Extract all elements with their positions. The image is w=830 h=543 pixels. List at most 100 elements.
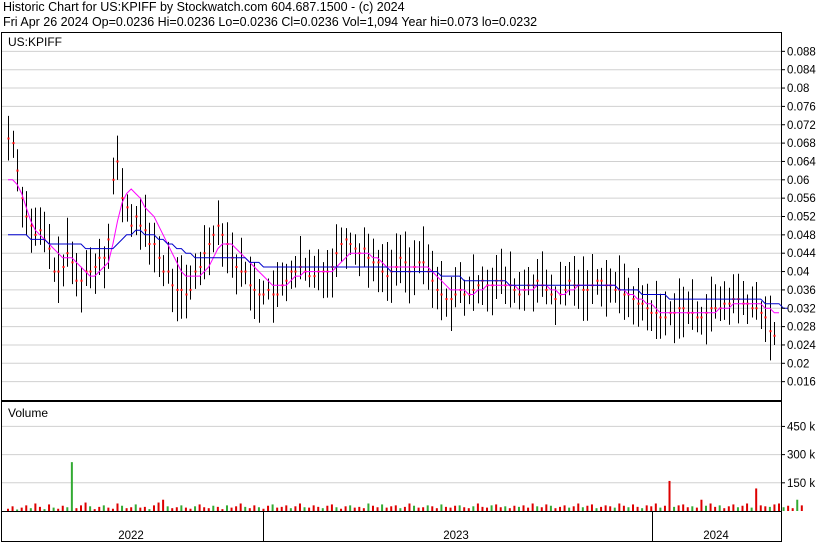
close-dot xyxy=(7,137,10,140)
volume-bar xyxy=(467,508,470,511)
volume-bar xyxy=(454,505,457,511)
close-dot xyxy=(655,311,658,314)
short-moving-average-line xyxy=(8,179,779,314)
close-dot xyxy=(518,293,521,296)
close-dot xyxy=(116,160,119,163)
price-axis-ticks: 0.088 0.084 0.08 0.076 0.072 0.068 0.064 0.06 0.… xyxy=(781,46,816,389)
volume-bar xyxy=(609,506,612,511)
volume-bar xyxy=(157,502,160,511)
volume-bar xyxy=(203,507,206,511)
volume-bar xyxy=(358,506,361,511)
close-dot xyxy=(445,298,448,301)
volume-bar xyxy=(376,507,379,511)
volume-bar xyxy=(25,505,28,511)
close-dot xyxy=(637,302,640,305)
close-dot xyxy=(94,265,97,268)
volume-bar xyxy=(723,508,726,511)
volume-bar xyxy=(773,504,776,511)
volume-bar xyxy=(367,503,370,511)
close-dot xyxy=(112,178,115,181)
close-dot xyxy=(751,307,754,310)
close-dot xyxy=(632,298,635,301)
volume-bar xyxy=(184,507,187,511)
volume-bar xyxy=(107,507,110,511)
close-dot xyxy=(418,261,421,264)
close-dot xyxy=(646,307,649,310)
volume-bar xyxy=(385,507,388,511)
volume-bar xyxy=(271,504,274,511)
close-dot xyxy=(345,238,348,241)
close-dot xyxy=(440,293,443,296)
volume-bar xyxy=(189,508,192,511)
volume-bar xyxy=(727,506,730,511)
close-dot xyxy=(253,288,256,291)
volume-bar xyxy=(636,506,639,511)
close-dot xyxy=(25,215,28,218)
close-dot xyxy=(678,307,681,310)
volume-bar xyxy=(79,505,82,511)
volume-bar xyxy=(194,506,197,511)
close-dot xyxy=(454,293,457,296)
volume-bar xyxy=(764,506,767,511)
close-dot xyxy=(463,293,466,296)
volume-bar xyxy=(166,506,169,511)
volume-bar xyxy=(11,506,14,511)
close-dot xyxy=(760,311,763,314)
volume-bar xyxy=(705,505,708,511)
volume-bar xyxy=(285,505,288,511)
close-dot xyxy=(148,243,151,246)
volume-bar xyxy=(495,504,498,511)
close-dot xyxy=(48,247,51,250)
close-dot xyxy=(121,197,124,200)
volume-bar xyxy=(545,504,548,511)
volume-bar xyxy=(504,506,507,511)
volume-bar xyxy=(531,503,534,511)
volume-bar xyxy=(216,506,219,511)
volume-bar xyxy=(235,506,238,511)
volume-bar xyxy=(600,506,603,511)
close-dot xyxy=(258,293,261,296)
close-dot xyxy=(755,307,758,310)
volume-tick-label: 300 k xyxy=(787,450,815,462)
volume-bar xyxy=(276,507,279,511)
volume-bar xyxy=(207,508,210,511)
volume-bar xyxy=(308,507,311,511)
volume-bar xyxy=(677,505,680,511)
volume-bar xyxy=(303,507,306,511)
close-dot xyxy=(308,275,311,278)
close-dot xyxy=(477,284,480,287)
volume-bar xyxy=(111,508,114,511)
volume-bar xyxy=(791,508,794,511)
close-dot xyxy=(764,316,767,319)
close-dot xyxy=(623,293,626,296)
close-dot xyxy=(189,288,192,291)
volume-bar xyxy=(581,507,584,511)
volume-axis-ticks: 450 k 300 k 150 k xyxy=(781,421,815,490)
volume-bar xyxy=(741,505,744,511)
volume-bar xyxy=(89,506,92,511)
volume-bar xyxy=(121,505,124,511)
volume-bar xyxy=(654,503,657,511)
volume-bar xyxy=(125,508,128,511)
close-dot xyxy=(276,293,279,296)
volume-bar xyxy=(613,507,616,511)
volume-bar xyxy=(335,507,338,511)
volume-bar xyxy=(586,505,589,511)
volume-bar xyxy=(148,509,151,511)
volume-bar xyxy=(481,506,484,511)
volume-bar xyxy=(444,506,447,511)
close-dot xyxy=(431,279,434,282)
volume-bar xyxy=(714,506,717,511)
close-dot xyxy=(185,293,188,296)
close-dot xyxy=(126,206,129,209)
close-dot xyxy=(221,233,224,236)
volume-bar xyxy=(29,508,32,511)
close-dot xyxy=(404,261,407,264)
volume-bar xyxy=(736,507,739,511)
close-dot xyxy=(728,302,731,305)
close-dot xyxy=(436,288,439,291)
close-dot xyxy=(367,256,370,259)
volume-bar xyxy=(38,506,41,511)
close-dot xyxy=(696,316,699,319)
close-dot xyxy=(564,288,567,291)
